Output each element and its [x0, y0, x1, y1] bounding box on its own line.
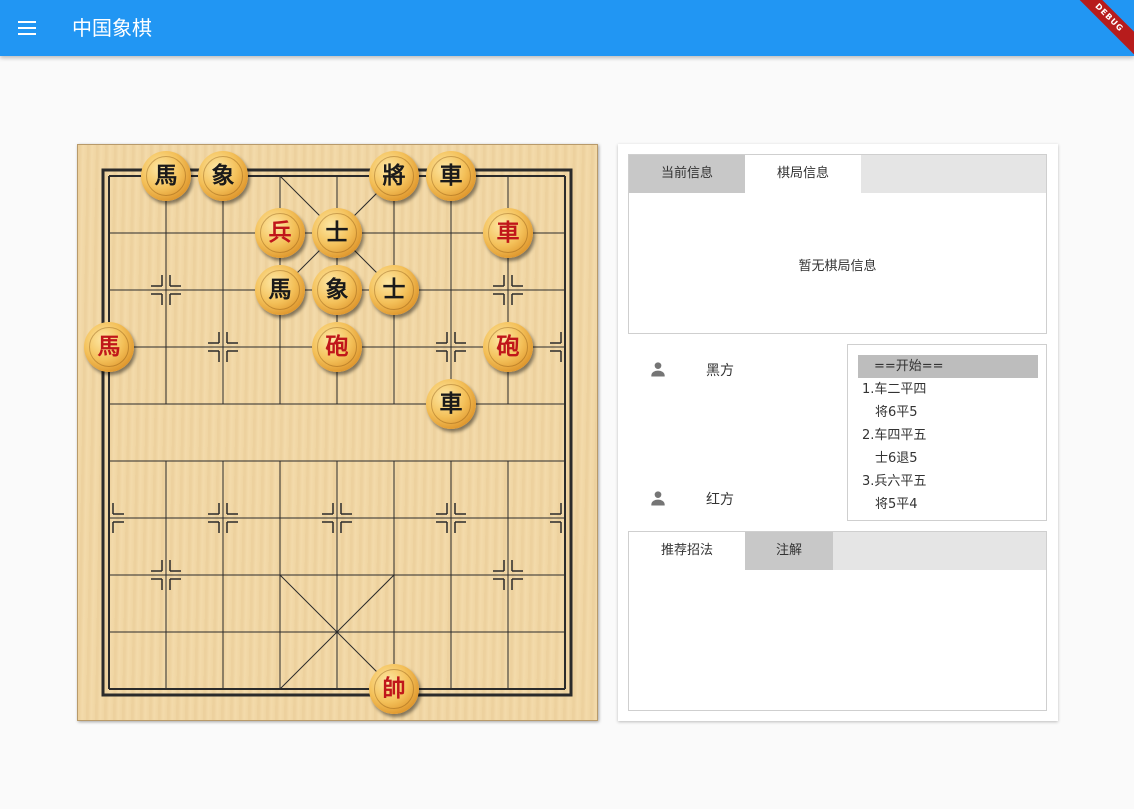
piece-label: 象	[317, 270, 357, 310]
menu-icon[interactable]	[16, 16, 40, 40]
red-piece[interactable]: 車	[483, 208, 533, 258]
move-item[interactable]: ==开始==	[858, 355, 1038, 378]
piece-label: 馬	[260, 270, 300, 310]
piece-label: 砲	[317, 327, 357, 367]
move-item[interactable]: 士6退5	[858, 447, 1038, 470]
analysis-tab-box: 推荐招法 注解	[628, 531, 1047, 711]
tab-current-info[interactable]: 当前信息	[629, 155, 745, 193]
tab-recommend[interactable]: 推荐招法	[629, 532, 745, 570]
player-black: 黑方	[648, 357, 798, 381]
piece-label: 馬	[146, 156, 186, 196]
red-piece[interactable]: 帥	[369, 664, 419, 714]
move-item[interactable]: 3.兵六平五	[858, 470, 1038, 493]
analysis-tab-bar: 推荐招法 注解	[629, 532, 1046, 570]
move-item[interactable]: 将6平5	[858, 401, 1038, 424]
piece-label: 馬	[89, 327, 129, 367]
player-red-name: 红方	[706, 492, 734, 508]
piece-label: 將	[374, 156, 414, 196]
black-piece[interactable]: 馬	[255, 265, 305, 315]
piece-label: 士	[317, 213, 357, 253]
info-tab-box: 当前信息 棋局信息 暂无棋局信息	[628, 154, 1047, 334]
player-red: 红方	[648, 486, 798, 510]
piece-label: 車	[488, 213, 528, 253]
tab-game-info[interactable]: 棋局信息	[745, 155, 861, 193]
piece-label: 象	[203, 156, 243, 196]
app-bar: 中国象棋 DEBUG	[0, 0, 1134, 56]
xiangqi-board[interactable]: 馬象將車兵士車馬象士馬砲砲車帥	[77, 144, 598, 721]
piece-label: 帥	[374, 669, 414, 709]
red-piece[interactable]: 兵	[255, 208, 305, 258]
move-list[interactable]: ==开始== 1.车二平四 将6平5 2.车四平五 士6退5 3.兵六平五 将5平4	[847, 344, 1047, 521]
piece-label: 車	[431, 384, 471, 424]
black-piece[interactable]: 士	[369, 265, 419, 315]
piece-label: 砲	[488, 327, 528, 367]
move-item[interactable]: 1.车二平四	[858, 378, 1038, 401]
app-title: 中国象棋	[72, 16, 152, 40]
red-piece[interactable]: 砲	[312, 322, 362, 372]
person-icon	[651, 491, 665, 506]
piece-label: 士	[374, 270, 414, 310]
empty-game-info: 暂无棋局信息	[798, 259, 877, 274]
black-piece[interactable]: 車	[426, 151, 476, 201]
black-piece[interactable]: 將	[369, 151, 419, 201]
black-piece[interactable]: 象	[198, 151, 248, 201]
person-icon	[651, 362, 665, 377]
black-piece[interactable]: 馬	[141, 151, 191, 201]
red-piece[interactable]: 砲	[483, 322, 533, 372]
debug-banner: DEBUG	[1064, 0, 1134, 56]
red-piece[interactable]: 馬	[84, 322, 134, 372]
tab-notes[interactable]: 注解	[745, 532, 833, 570]
piece-label: 車	[431, 156, 471, 196]
side-panel: 当前信息 棋局信息 暂无棋局信息 黑方 红方 ==开始== 1.车二平四 将6平5 2…	[618, 144, 1058, 721]
info-tab-bar: 当前信息 棋局信息	[629, 155, 1046, 193]
black-piece[interactable]: 象	[312, 265, 362, 315]
black-piece[interactable]: 車	[426, 379, 476, 429]
black-piece[interactable]: 士	[312, 208, 362, 258]
move-item[interactable]: 2.车四平五	[858, 424, 1038, 447]
player-black-name: 黑方	[706, 363, 734, 379]
piece-label: 兵	[260, 213, 300, 253]
move-item[interactable]: 将5平4	[858, 493, 1038, 516]
